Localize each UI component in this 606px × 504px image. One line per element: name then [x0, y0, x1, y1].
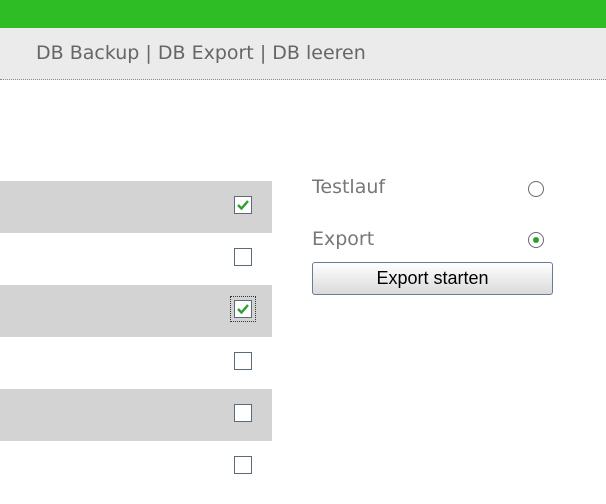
menu-separator: |	[259, 42, 267, 64]
checkmark-icon	[237, 304, 249, 315]
menu-separator: |	[145, 42, 152, 64]
table-row	[0, 285, 272, 337]
table-checkbox[interactable]	[234, 248, 252, 266]
table-row	[0, 337, 272, 389]
db-menu-bar: DB Backup | DB Export | DB leeren	[0, 28, 606, 80]
table-checkbox[interactable]	[234, 196, 252, 214]
export-start-button[interactable]: Export starten	[312, 262, 553, 295]
radio-dot-icon	[533, 237, 539, 243]
table-row	[0, 389, 272, 441]
table-checkbox[interactable]	[230, 296, 256, 322]
top-accent-bar	[0, 0, 606, 28]
testlauf-label: Testlauf	[312, 176, 386, 198]
menu-link-db-export[interactable]: DB Export	[158, 42, 254, 64]
menu-link-db-backup[interactable]: DB Backup	[36, 42, 139, 64]
testlauf-radio[interactable]	[528, 181, 544, 197]
table-checkbox[interactable]	[234, 456, 252, 474]
checkmark-icon	[237, 200, 249, 211]
export-label: Export	[312, 228, 375, 250]
menu-link-db-leeren[interactable]: DB leeren	[272, 42, 366, 64]
table-row	[0, 233, 272, 285]
db-menu-links: DB Backup | DB Export | DB leeren	[36, 42, 366, 64]
table-list	[0, 181, 272, 493]
table-row	[0, 441, 272, 493]
table-checkbox[interactable]	[234, 352, 252, 370]
export-radio[interactable]	[528, 232, 544, 248]
table-checkbox[interactable]	[234, 404, 252, 422]
table-row	[0, 181, 272, 233]
